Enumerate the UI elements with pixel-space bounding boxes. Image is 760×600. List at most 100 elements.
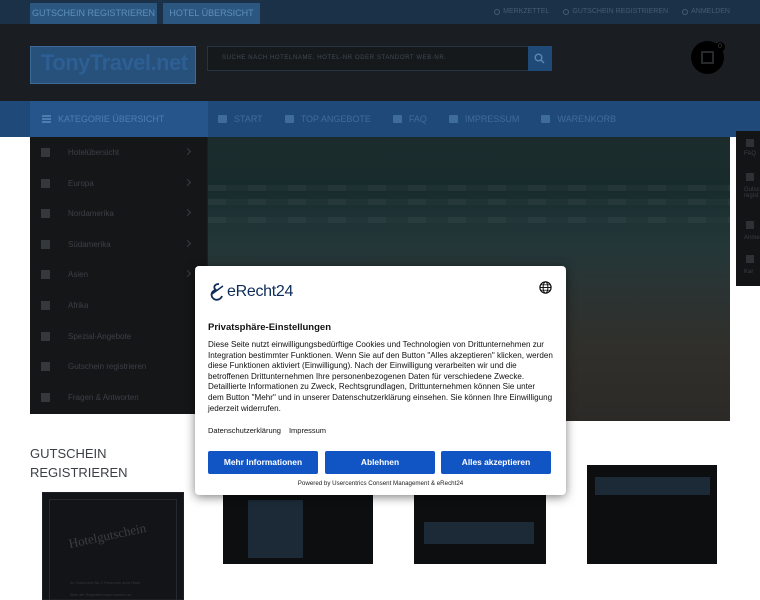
category-sidebar: Hotelübersicht Europa Nordamerika Südame…	[30, 137, 208, 414]
imprint-link[interactable]: Impressum	[289, 426, 326, 435]
map-icon	[41, 240, 50, 249]
hotel-building	[595, 477, 710, 495]
sidebar-item-label: Nordamerika	[68, 209, 114, 218]
sidebar-item-nordamerika[interactable]: Nordamerika	[30, 198, 208, 229]
hero-wave	[208, 185, 730, 191]
menu-icon	[42, 115, 51, 123]
cookie-consent-dialog: eRecht24 Privatsphäre-Einstellungen Dies…	[195, 266, 566, 495]
cart-icon	[701, 51, 714, 64]
nav-start[interactable]: START	[218, 101, 263, 137]
map-icon	[41, 270, 50, 279]
search-icon	[534, 53, 545, 64]
question-icon	[746, 139, 754, 147]
merkzettel-link[interactable]: MERKZETTEL	[494, 0, 549, 24]
gutschein-registrieren-link[interactable]: GUTSCHEIN REGISTRIEREN	[563, 0, 668, 24]
nav-top-angebote[interactable]: TOP ANGEBOTE	[284, 101, 371, 137]
sidebar-item-fragen-antworten[interactable]: Fragen & Antworten	[30, 382, 208, 413]
nav-links: START TOP ANGEBOTE FAQ IMPRESSUM WARENKO…	[218, 101, 616, 137]
hero-wave	[208, 217, 730, 223]
erecht24-mark-icon	[210, 283, 224, 301]
nav-faq[interactable]: FAQ	[392, 101, 427, 137]
category-overview-label: KATEGORIE ÜBERSICHT	[58, 114, 165, 124]
section-title: GUTSCHEIN REGISTRIEREN	[30, 446, 128, 480]
dialog-body: Diese Seite nutzt einwilligungsbedürftig…	[208, 340, 553, 413]
ticket-icon	[746, 173, 754, 181]
rt-faq[interactable]: FAQ	[744, 151, 756, 157]
user-icon	[746, 221, 754, 229]
chevron-right-icon	[183, 239, 192, 248]
sidebar-item-hoteluebersicht[interactable]: Hotelübersicht	[30, 137, 208, 168]
logo-text: TonyTravel.net	[41, 50, 188, 75]
voucher-title: Hotelgutschein	[67, 519, 148, 552]
tab-gutschein-registrieren[interactable]: GUTSCHEIN REGISTRIEREN	[30, 3, 157, 24]
tab-hotel-uebersicht[interactable]: HOTEL ÜBERSICHT	[163, 3, 260, 24]
cart-icon	[541, 115, 551, 123]
home-icon	[218, 115, 227, 123]
sidebar-item-label: Afrika	[68, 301, 89, 310]
hotel-building	[424, 522, 534, 544]
cart-icon	[746, 255, 754, 263]
sidebar-item-label: Gutschein registrieren	[68, 362, 147, 371]
sidebar-item-label: Asien	[68, 270, 89, 279]
sidebar-item-gutschein-registrieren[interactable]: Gutschein registrieren	[30, 351, 208, 382]
lightbulb-icon	[41, 393, 50, 402]
search-input[interactable]: SUCHE NACH HOTELNAME, HOTEL-NR ODER STAN…	[207, 46, 529, 71]
top-bar: GUTSCHEIN REGISTRIEREN HOTEL ÜBERSICHT M…	[0, 0, 760, 24]
sidebar-item-europa[interactable]: Europa	[30, 168, 208, 199]
sidebar-item-label: Südamerika	[68, 240, 111, 249]
voucher-image[interactable]: Hotelgutschein Ihr Gutschein für 2 Perso…	[42, 492, 184, 600]
hotel-building	[248, 500, 303, 558]
map-icon	[41, 332, 50, 341]
hotel-thumbnail[interactable]	[223, 492, 373, 564]
hero-wave	[208, 199, 730, 205]
hotel-thumbnail[interactable]	[414, 492, 546, 564]
map-icon	[41, 209, 50, 218]
reject-button[interactable]: Ablehnen	[325, 451, 435, 474]
search-button[interactable]	[528, 46, 552, 71]
ticket-icon	[563, 9, 570, 15]
brand-text: eRecht24	[227, 283, 294, 300]
accept-all-button[interactable]: Alles akzeptieren	[441, 451, 551, 474]
sidebar-item-suedamerika[interactable]: Südamerika	[30, 229, 208, 260]
voucher-frame: Hotelgutschein Ihr Gutschein für 2 Perso…	[49, 499, 177, 600]
site-logo[interactable]: TonyTravel.net	[30, 46, 196, 84]
chevron-right-icon	[183, 178, 192, 187]
category-overview-button[interactable]: KATEGORIE ÜBERSICHT	[30, 101, 208, 137]
chevron-right-icon	[183, 147, 192, 156]
erecht24-logo: eRecht24	[208, 282, 293, 302]
right-tool-panel: FAQ Gutsc regist Anme Kar	[736, 131, 760, 286]
privacy-policy-link[interactable]: Datenschutzerklärung	[208, 426, 281, 435]
sidebar-item-asien[interactable]: Asien	[30, 259, 208, 290]
chat-icon	[392, 115, 402, 123]
map-icon	[41, 301, 50, 310]
dialog-links: Datenschutzerklärung Impressum	[208, 426, 326, 435]
header: TonyTravel.net SUCHE NACH HOTELNAME, HOT…	[0, 24, 760, 101]
dialog-footer: Powered by Usercentrics Consent Manageme…	[297, 480, 464, 487]
nav-impressum[interactable]: IMPRESSUM	[448, 101, 519, 137]
sidebar-item-label: Hotelübersicht	[68, 148, 120, 157]
rt-anmelden[interactable]: Anme	[744, 235, 760, 241]
hotel-thumbnail[interactable]	[587, 465, 717, 564]
sidebar-item-label: Fragen & Antworten	[68, 393, 139, 402]
language-globe-icon[interactable]	[539, 281, 552, 294]
rt-karte[interactable]: Kar	[744, 269, 753, 275]
anmelden-link[interactable]: ANMELDEN	[682, 0, 730, 24]
voucher-line: Bitte die Registrierungsnummer an	[70, 592, 132, 597]
sidebar-item-afrika[interactable]: Afrika	[30, 290, 208, 321]
user-icon	[682, 9, 689, 15]
nav-warenkorb[interactable]: WARENKORB	[541, 101, 616, 137]
hand-pointer-icon	[41, 362, 50, 371]
star-icon	[284, 115, 294, 123]
chevron-right-icon	[183, 208, 192, 217]
more-info-button[interactable]: Mehr Informationen	[208, 451, 318, 474]
dialog-title: Privatsphäre-Einstellungen	[208, 322, 332, 333]
rt-gutschein[interactable]: Gutsc regist	[744, 187, 760, 199]
heart-icon	[494, 9, 501, 15]
sidebar-item-spezial-angebote[interactable]: Spezial-Angebote	[30, 321, 208, 352]
sidebar-item-label: Europa	[68, 179, 94, 188]
map-icon	[41, 179, 50, 188]
hand-point-icon	[41, 148, 50, 157]
voucher-line: Ihr Gutschein für 2 Personen zum Hotel	[70, 580, 141, 585]
wrench-icon	[448, 115, 458, 123]
chevron-right-icon	[183, 269, 192, 278]
